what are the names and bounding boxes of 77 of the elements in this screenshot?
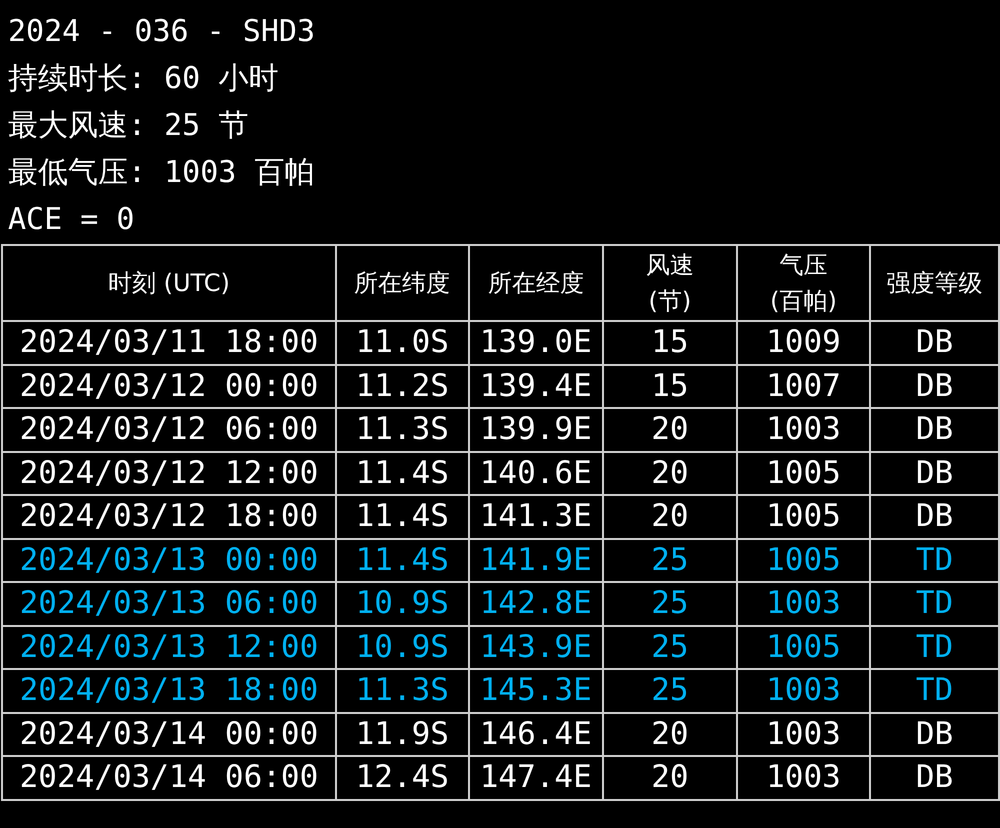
- summary-line: 2024 - 036 - SHD3: [8, 13, 316, 51]
- summary-line: 最低气压: 1003 百帕: [8, 154, 316, 192]
- table-cell: 1003: [736, 756, 870, 800]
- table-cell: 1009: [736, 321, 870, 364]
- table-cell: 11.3S: [336, 408, 469, 452]
- column-header: 强度等级: [870, 245, 999, 321]
- table-cell: 11.2S: [336, 364, 469, 408]
- table-cell: 143.9E: [468, 626, 603, 669]
- column-header: 风速 (节): [602, 245, 737, 321]
- table-cell: 20: [602, 452, 737, 495]
- table-cell: 11.4S: [336, 538, 469, 582]
- table-cell: 1005: [736, 495, 870, 538]
- table-cell: 20: [602, 756, 737, 800]
- table-cell: 20: [602, 408, 737, 452]
- column-header: 气压 (百帕): [736, 245, 870, 321]
- table-cell: DB: [870, 452, 999, 495]
- table-cell: 141.9E: [468, 538, 603, 582]
- table-cell: 25: [602, 626, 737, 669]
- table-cell: 139.4E: [468, 364, 603, 408]
- table-cell: 10.9S: [336, 626, 469, 669]
- table-cell: 20: [602, 495, 737, 538]
- table-cell: 11.9S: [336, 712, 469, 756]
- table-cell: 1003: [736, 669, 870, 712]
- table-cell: TD: [870, 582, 999, 626]
- table-cell: 2024/03/12 18:00: [2, 495, 336, 538]
- table-cell: 147.4E: [468, 756, 603, 800]
- summary-line: 持续时长: 60 小时: [8, 60, 280, 98]
- summary-line: ACE = 0: [8, 201, 136, 239]
- table-cell: 10.9S: [336, 582, 469, 626]
- table-cell: TD: [870, 669, 999, 712]
- table-cell: DB: [870, 495, 999, 538]
- table-cell: DB: [870, 712, 999, 756]
- table-cell: 1003: [736, 582, 870, 626]
- table-cell: 139.0E: [468, 321, 603, 364]
- table-cell: 11.3S: [336, 669, 469, 712]
- table-cell: 2024/03/12 00:00: [2, 364, 336, 408]
- column-header: 所在经度: [468, 245, 603, 321]
- column-header: 所在纬度: [336, 245, 469, 321]
- table-cell: 25: [602, 669, 737, 712]
- table-cell: 146.4E: [468, 712, 603, 756]
- table-cell: 2024/03/14 06:00: [2, 756, 336, 800]
- table-cell: 1005: [736, 452, 870, 495]
- table-cell: 145.3E: [468, 669, 603, 712]
- table-cell: 20: [602, 712, 737, 756]
- table-cell: 2024/03/11 18:00: [2, 321, 336, 364]
- table-cell: 25: [602, 538, 737, 582]
- table-cell: 15: [602, 321, 737, 364]
- table-cell: 2024/03/13 18:00: [2, 669, 336, 712]
- table-cell: 2024/03/13 00:00: [2, 538, 336, 582]
- table-cell: 1005: [736, 626, 870, 669]
- table-cell: 1007: [736, 364, 870, 408]
- table-cell: 2024/03/12 06:00: [2, 408, 336, 452]
- table-cell: 139.9E: [468, 408, 603, 452]
- table-cell: 1003: [736, 712, 870, 756]
- table-cell: 2024/03/14 00:00: [2, 712, 336, 756]
- table-cell: 11.0S: [336, 321, 469, 364]
- table-cell: 2024/03/13 12:00: [2, 626, 336, 669]
- table-cell: 25: [602, 582, 737, 626]
- table-cell: 11.4S: [336, 495, 469, 538]
- table-cell: 2024/03/13 06:00: [2, 582, 336, 626]
- table-cell: 2024/03/12 12:00: [2, 452, 336, 495]
- summary-line: 最大风速: 25 节: [8, 107, 250, 145]
- table-cell: 1003: [736, 408, 870, 452]
- table-cell: 140.6E: [468, 452, 603, 495]
- table-cell: DB: [870, 408, 999, 452]
- table-cell: 15: [602, 364, 737, 408]
- table-cell: 141.3E: [468, 495, 603, 538]
- table-cell: 12.4S: [336, 756, 469, 800]
- table-cell: TD: [870, 538, 999, 582]
- table-cell: TD: [870, 626, 999, 669]
- table-cell: DB: [870, 364, 999, 408]
- table-cell: DB: [870, 756, 999, 800]
- table-cell: 11.4S: [336, 452, 469, 495]
- table-cell: DB: [870, 321, 999, 364]
- table-cell: 142.8E: [468, 582, 603, 626]
- table-cell: 1005: [736, 538, 870, 582]
- column-header: 时刻 (UTC): [2, 245, 336, 321]
